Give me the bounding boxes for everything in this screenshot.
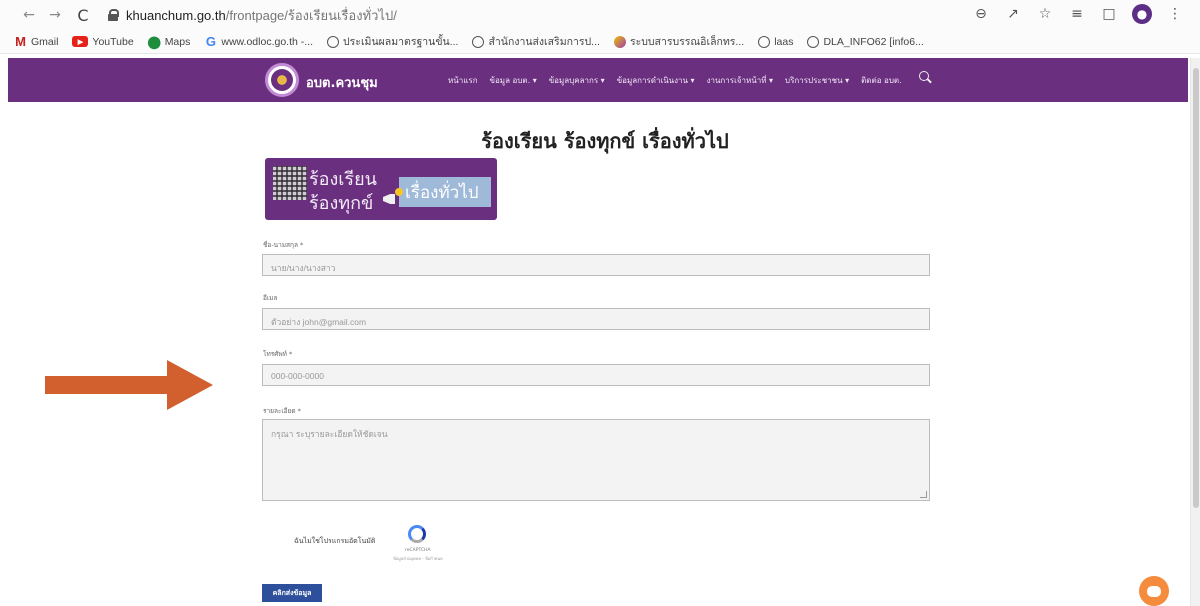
menu-item-contact[interactable]: ติดต่อ อบต. xyxy=(861,74,902,87)
page-scrollbar[interactable] xyxy=(1190,58,1200,606)
bookmark-label: YouTube xyxy=(92,35,134,48)
main-menu: หน้าแรก ข้อมูล อบต. ▾ ข้อมูลบุคลากร ▾ ข้… xyxy=(448,74,902,87)
detail-textarea[interactable]: กรุณา ระบุรายละเอียดให้ชัดเจน xyxy=(262,419,930,501)
star-icon[interactable]: ☆ xyxy=(1036,6,1054,22)
captcha-privacy-link[interactable]: ข้อมูลส่วนบุคคล - ข้อกำหนด xyxy=(393,555,443,562)
url-path: /frontpage/ร้องเรียนเรื่องทั่วไป/ xyxy=(225,7,397,23)
bookmark-dla-info[interactable]: DLA_INFO62 [info6... xyxy=(807,35,924,48)
reading-list-icon[interactable]: ≡ xyxy=(1068,6,1086,22)
phone-label: โทรศัพท์ * xyxy=(263,350,293,358)
globe-icon xyxy=(472,35,485,48)
banner-highlight: เรื่องทั่วไป xyxy=(399,177,491,207)
globe-icon xyxy=(807,35,820,48)
menu-item-personnel[interactable]: ข้อมูลบุคลากร ▾ xyxy=(549,74,605,87)
bookmark-youtube[interactable]: ▶ YouTube xyxy=(72,35,134,48)
detail-label: รายละเอียด * xyxy=(263,407,301,415)
recaptcha-widget[interactable]: ฉันไม่ใช่โปรแกรมอัตโนมัติ reCAPTCHA ข้อม… xyxy=(263,519,443,563)
recaptcha-icon xyxy=(408,525,426,543)
megaphone-icon xyxy=(381,188,403,208)
globe-icon xyxy=(758,35,771,48)
bookmark-odloc[interactable]: Gwww.odloc.go.th -... xyxy=(204,34,313,49)
bookmark-label: Gmail xyxy=(31,35,59,48)
site-name[interactable]: อบต.ควนชุม xyxy=(306,72,378,93)
name-input[interactable]: นาย/นาง/นางสาว xyxy=(262,254,930,276)
detail-placeholder: กรุณา ระบุรายละเอียดให้ชัดเจน xyxy=(271,429,388,439)
bookmark-evaluation[interactable]: ประเมินผลมาตรฐานขั้น... xyxy=(327,33,458,50)
browser-address-bar: ← → C khuanchum.go.th/frontpage/ร้องเรีย… xyxy=(0,0,1200,30)
menu-item-home[interactable]: หน้าแรก xyxy=(448,74,478,87)
email-label: อีเมล xyxy=(263,294,278,302)
bookmark-label: Maps xyxy=(164,35,191,48)
bookmarks-bar: M Gmail ▶ YouTube ⬤ Maps Gwww.odloc.go.th -… xyxy=(0,30,1200,54)
circle-icon xyxy=(613,35,626,48)
menu-item-staff[interactable]: งานการเจ้าหน้าที่ ▾ xyxy=(707,74,773,87)
maps-icon: ⬤ xyxy=(147,34,161,49)
bookmark-label: www.odloc.go.th -... xyxy=(221,35,313,48)
captcha-brand: reCAPTCHA xyxy=(405,548,431,553)
bookmark-saraban[interactable]: ระบบสารบรรณอิเล็กทร... xyxy=(613,33,745,50)
complaint-banner: ร้องเรียน ร้องทุกข์ เรื่องทั่วไป xyxy=(265,158,497,220)
arrow-shape xyxy=(45,360,213,410)
page-title: ร้องเรียน ร้องทุกข์ เรื่องทั่วไป xyxy=(481,129,729,153)
annotation-arrow-icon xyxy=(45,360,213,410)
globe-icon xyxy=(327,35,339,48)
side-panel-icon[interactable]: □ xyxy=(1100,6,1118,22)
phone-input[interactable]: 000-000-0000 xyxy=(262,364,930,386)
bookmark-label: สำนักงานส่งเสริมการป... xyxy=(488,36,600,48)
menu-item-about[interactable]: ข้อมูล อบต. ▾ xyxy=(490,74,537,87)
resize-handle-icon[interactable] xyxy=(920,491,927,498)
forward-icon[interactable]: → xyxy=(44,4,66,26)
bookmark-gmail[interactable]: M Gmail xyxy=(14,34,59,49)
qr-code-icon xyxy=(273,166,307,200)
url-host: khuanchum.go.th xyxy=(126,7,226,23)
google-icon: G xyxy=(205,34,216,49)
bookmark-label: laas xyxy=(774,35,794,48)
reload-icon[interactable]: C xyxy=(72,4,94,26)
bookmark-maps[interactable]: ⬤ Maps xyxy=(147,34,191,49)
bookmark-office[interactable]: สำนักงานส่งเสริมการป... xyxy=(472,33,600,50)
profile-avatar-icon[interactable]: ● xyxy=(1132,4,1152,24)
lock-icon[interactable] xyxy=(108,9,119,21)
site-logo[interactable] xyxy=(265,63,299,97)
gmail-icon: M xyxy=(15,34,26,49)
back-icon[interactable]: ← xyxy=(18,4,40,26)
banner-line2: ร้องทุกข์ xyxy=(309,193,374,214)
site-navbar: อบต.ควนชุม หน้าแรก ข้อมูล อบต. ▾ ข้อมูลบ… xyxy=(8,58,1188,102)
menu-item-operations[interactable]: ข้อมูลการดำเนินงาน ▾ xyxy=(617,74,695,87)
bookmark-label: ประเมินผลมาตรฐานขั้น... xyxy=(343,36,459,48)
emblem-icon xyxy=(271,69,293,91)
chat-bubble-icon[interactable] xyxy=(1139,576,1169,606)
email-input[interactable]: ตัวอย่าง john@gmail.com xyxy=(262,308,930,330)
search-icon[interactable] xyxy=(919,71,933,85)
submit-button[interactable]: คลิกส่งข้อมูล xyxy=(262,584,322,602)
bookmark-label: ระบบสารบรรณอิเล็กทร... xyxy=(629,36,745,48)
name-label: ชื่อ-นามสกุล * xyxy=(263,241,304,249)
youtube-icon: ▶ xyxy=(72,36,89,47)
captcha-text: ฉันไม่ใช่โปรแกรมอัตโนมัติ xyxy=(294,537,376,545)
zoom-icon[interactable]: ⊖ xyxy=(972,6,990,22)
url-field[interactable]: khuanchum.go.th/frontpage/ร้องเรียนเรื่อ… xyxy=(126,5,397,26)
browser-toolbar-right: ⊖ ↗ ☆ ≡ □ ● ⋮ xyxy=(972,4,1184,24)
more-menu-icon[interactable]: ⋮ xyxy=(1166,6,1184,22)
bookmark-laas[interactable]: laas xyxy=(758,35,794,48)
share-icon[interactable]: ↗ xyxy=(1004,6,1022,22)
scrollbar-thumb[interactable] xyxy=(1193,68,1199,508)
bookmark-label: DLA_INFO62 [info6... xyxy=(823,35,924,48)
menu-item-services[interactable]: บริการประชาชน ▾ xyxy=(785,74,849,87)
